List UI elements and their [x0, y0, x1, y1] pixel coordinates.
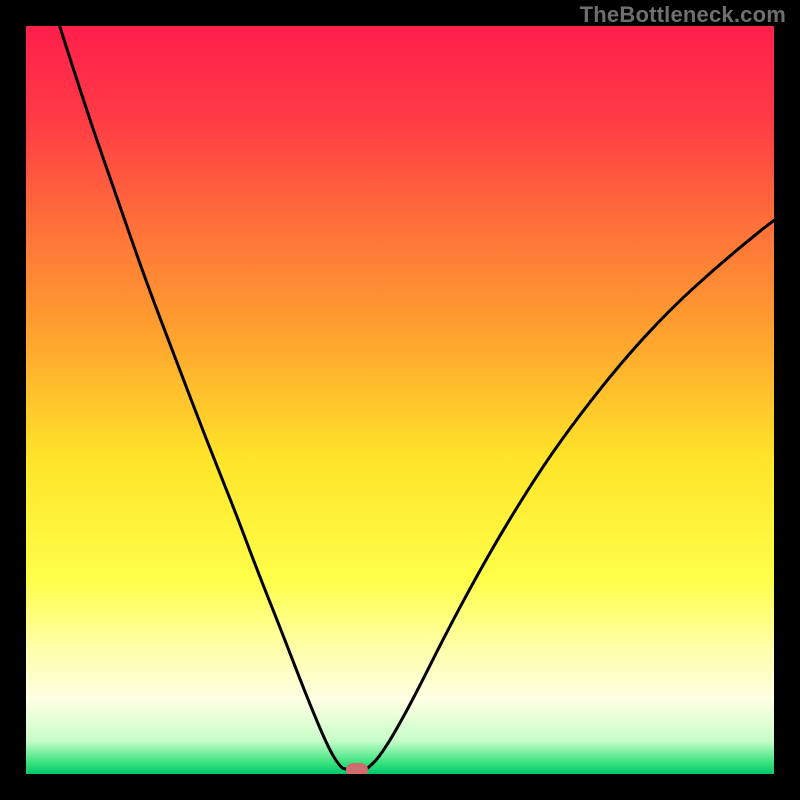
- chart-svg: [26, 26, 774, 774]
- watermark: TheBottleneck.com: [580, 2, 786, 28]
- gradient-background: [26, 26, 774, 774]
- frame-background: TheBottleneck.com: [0, 0, 800, 800]
- optimum-marker: [346, 763, 368, 774]
- plot-area: [26, 26, 774, 774]
